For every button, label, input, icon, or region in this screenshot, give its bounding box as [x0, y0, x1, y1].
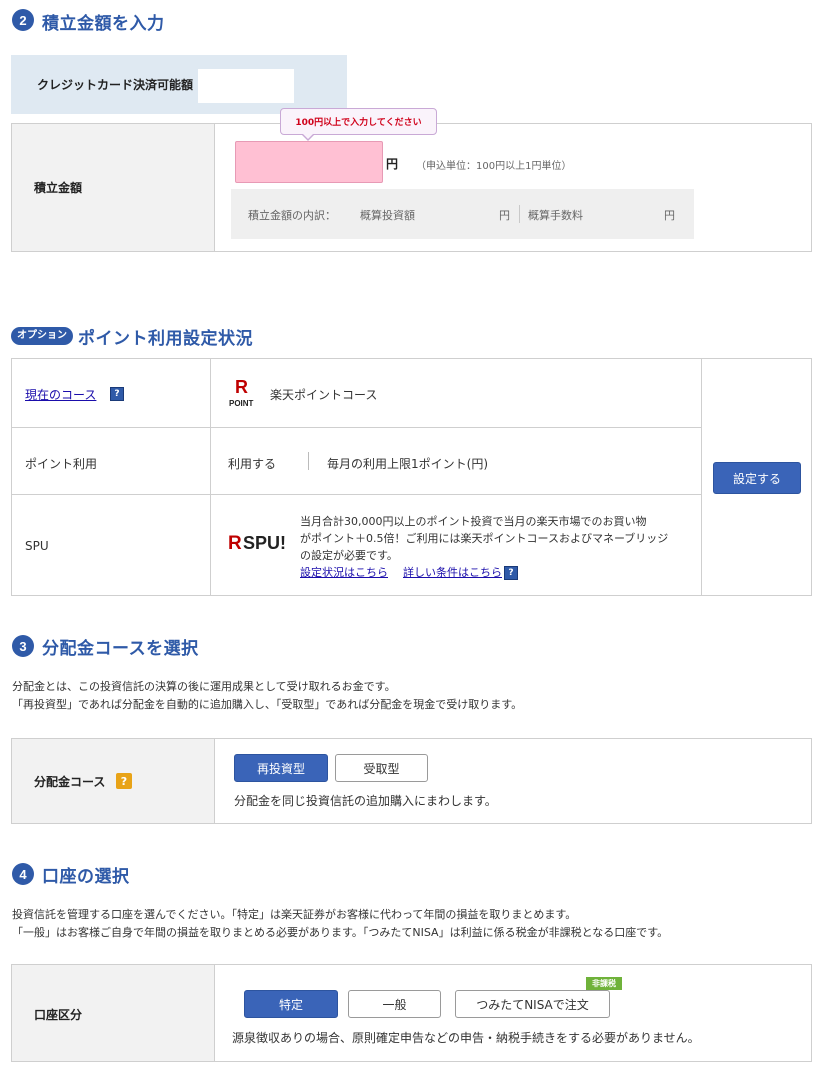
nisa-button[interactable]: つみたてNISAで注文: [455, 990, 610, 1018]
step-4-badge: 4: [12, 863, 34, 885]
spu-logo: R SPU!: [228, 531, 290, 559]
spu-label: SPU: [25, 539, 49, 553]
course-help-icon[interactable]: ?: [110, 387, 124, 401]
invest-yen: 円: [499, 209, 510, 222]
fee-label: 概算手数料: [528, 209, 583, 222]
spu-conditions-link[interactable]: 詳しい条件はこちら: [403, 566, 502, 579]
breakdown-divider: [519, 205, 520, 223]
reinvest-button[interactable]: 再投資型: [234, 754, 328, 782]
account-desc-1: 投資信託を管理する口座を選んでください。「特定」は楽天証券がお客様に代わって年間…: [12, 908, 577, 921]
amount-breakdown: 積立金額の内訳： 概算投資額 円 概算手数料 円: [231, 189, 694, 239]
spu-text-3: の設定が必要です。: [300, 549, 398, 562]
spu-logo-text: SPU!: [243, 533, 287, 553]
fee-yen: 円: [664, 209, 675, 222]
account-table: 口座区分 特定 一般 つみたてNISAで注文 非課税 源泉徴収ありの場合、原則確…: [11, 964, 812, 1062]
distribution-note: 分配金を同じ投資信託の追加購入にまわします。: [234, 794, 497, 808]
spu-text-2: がポイント＋0.5倍！ご利用には楽天ポイントコースおよびマネーブリッジ: [300, 532, 669, 545]
distribution-desc-2: 「再投資型」であれば分配金を自動的に追加購入し、「受取型」であれば分配金を現金で…: [12, 698, 523, 711]
point-use-label: ポイント利用: [25, 457, 98, 471]
tokutei-button[interactable]: 特定: [244, 990, 338, 1018]
point-settings-button[interactable]: 設定する: [713, 462, 801, 494]
account-note: 源泉徴収ありの場合、原則確定申告などの申告・納税手続きをする必要がありません。: [232, 1031, 700, 1045]
amount-table: 積立金額 100円以上で入力してください 円 （申込単位：100円以上1円単位）…: [11, 108, 812, 252]
invest-label: 概算投資額: [360, 209, 415, 222]
spu-logo-r: R: [228, 533, 242, 554]
point-settings-table: 現在のコース ? R POINT 楽天ポイントコース ポイント利用 利用する 毎…: [11, 358, 812, 596]
section-title-point: ポイント利用設定状況: [78, 329, 253, 349]
step-2-badge: 2: [12, 9, 34, 31]
point-limit: 毎月の利用上限1ポイント(円): [327, 457, 488, 471]
section-title-account: 口座の選択: [42, 867, 130, 887]
current-course-label[interactable]: 現在のコース: [25, 386, 96, 403]
spu-help-icon[interactable]: ?: [504, 566, 518, 580]
point-logo-text: POINT: [229, 399, 254, 408]
receive-button[interactable]: 受取型: [335, 754, 428, 782]
section-title-distribution: 分配金コースを選択: [42, 639, 199, 659]
credit-limit-box: クレジットカード決済可能額: [11, 55, 347, 114]
amount-label: 積立金額: [34, 181, 83, 195]
account-type-label: 口座区分: [34, 1008, 83, 1022]
distribution-help-icon[interactable]: ?: [116, 773, 132, 789]
distribution-table: 分配金コース ? 再投資型 受取型 分配金を同じ投資信託の追加購入にまわします。: [11, 738, 812, 824]
credit-limit-value: [198, 69, 294, 103]
spu-links: 設定状況はこちら 詳しい条件はこちら: [300, 564, 502, 581]
account-desc-2: 「一般」はお客様ご自身で年間の損益を取りまとめる必要があります。「つみたてNIS…: [12, 926, 669, 939]
breakdown-label: 積立金額の内訳：: [248, 209, 336, 222]
tax-free-badge: 非課税: [586, 977, 622, 990]
point-use-value: 利用する: [228, 457, 277, 471]
amount-yen: 円: [386, 157, 399, 171]
current-course-value: 楽天ポイントコース: [270, 388, 378, 402]
amount-input[interactable]: [235, 141, 383, 183]
section-title-amount: 積立金額を入力: [42, 14, 165, 34]
amount-unit-note: （申込単位：100円以上1円単位）: [416, 161, 572, 172]
amount-tooltip-text: 100円以上で入力してください: [295, 118, 422, 128]
spu-text-1: 当月合計30,000円以上のポイント投資で当月の楽天市場でのお買い物: [300, 515, 647, 528]
point-logo-r: R: [235, 377, 248, 397]
point-divider: [308, 452, 309, 470]
rakuten-point-logo: R POINT: [229, 377, 260, 411]
tooltip-arrow-fill: [302, 133, 314, 139]
distribution-course-label: 分配金コース: [34, 775, 106, 789]
amount-tooltip: 100円以上で入力してください: [280, 108, 437, 141]
option-badge: オプション: [11, 327, 73, 345]
spu-settings-link[interactable]: 設定状況はこちら: [300, 566, 388, 579]
step-3-badge: 3: [12, 635, 34, 657]
ippan-button[interactable]: 一般: [348, 990, 441, 1018]
distribution-desc-1: 分配金とは、この投資信託の決算の後に運用成果として受け取れるお金です。: [12, 680, 396, 693]
credit-limit-label: クレジットカード決済可能額: [37, 78, 194, 92]
